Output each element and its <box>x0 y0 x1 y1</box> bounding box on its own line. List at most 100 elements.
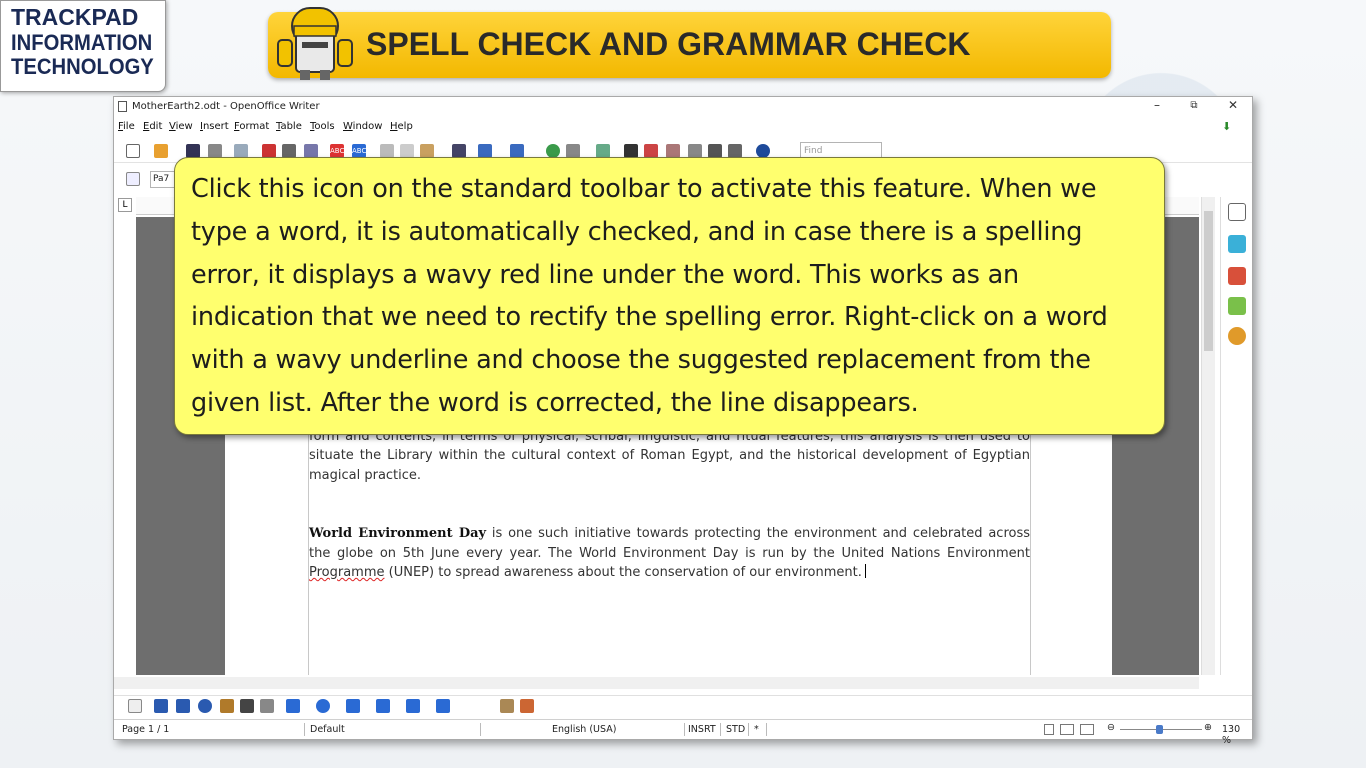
zoom-level[interactable]: 130 % <box>1222 724 1252 746</box>
title-bar: MotherEarth2.odt - OpenOffice Writer – ⧉… <box>114 97 1252 117</box>
status-bar: Page 1 / 1 Default English (USA) INSRT S… <box>114 719 1252 746</box>
menu-edit[interactable]: Edit <box>143 121 162 132</box>
scrollbar-thumb[interactable] <box>1204 211 1213 351</box>
line-icon[interactable] <box>154 699 168 713</box>
zoom-icon[interactable] <box>728 144 742 158</box>
book-view-icon[interactable] <box>1080 724 1094 735</box>
separator <box>480 723 481 736</box>
zoom-out-icon[interactable]: ⊖ <box>1107 722 1115 733</box>
data-sources-icon[interactable] <box>688 144 702 158</box>
single-page-view-icon[interactable] <box>1044 724 1054 735</box>
menu-tools[interactable]: Tools <box>310 121 335 132</box>
drawing-toolbar <box>114 695 1252 715</box>
block-arrows-icon[interactable] <box>346 699 360 713</box>
logo-line-1: TRACKPAD <box>11 4 139 30</box>
text-cursor <box>864 564 866 578</box>
separator <box>304 723 305 736</box>
formatting-marks-icon[interactable] <box>708 144 722 158</box>
from-file-icon[interactable] <box>520 699 534 713</box>
title-banner: SPELL CHECK AND GRAMMAR CHECK <box>268 12 1111 78</box>
separator <box>684 723 685 736</box>
logo-line-2: INFORMATION <box>11 30 153 55</box>
sidebar-navigator-icon[interactable] <box>1228 327 1246 345</box>
separator <box>720 723 721 736</box>
restore-button[interactable]: ⧉ <box>1179 100 1209 111</box>
callout-text: Click this icon on the standard toolbar … <box>191 174 1108 418</box>
copy-icon[interactable] <box>400 144 414 158</box>
freeform-icon[interactable] <box>220 699 234 713</box>
navigator-icon[interactable] <box>644 144 658 158</box>
find-replace-icon[interactable] <box>624 144 638 158</box>
sidebar-gallery-icon[interactable] <box>1228 297 1246 315</box>
paragraph-2-end: (UNEP) to spread awareness about the con… <box>384 565 862 580</box>
close-button[interactable]: ✕ <box>1218 98 1248 112</box>
open-folder-icon[interactable] <box>154 144 168 158</box>
update-download-icon[interactable]: ⬇ <box>1222 120 1236 133</box>
format-paintbrush-icon[interactable] <box>452 144 466 158</box>
rectangle-icon[interactable] <box>176 699 190 713</box>
hyperlink-icon[interactable] <box>546 144 560 158</box>
page-style[interactable]: Default <box>310 724 345 735</box>
sidebar <box>1220 197 1250 675</box>
menu-bar: File Edit View Insert Format Table Tools… <box>114 118 1252 136</box>
misspelled-word[interactable]: Programme <box>309 565 385 580</box>
banner-title: SPELL CHECK AND GRAMMAR CHECK <box>366 26 971 62</box>
properties-icon[interactable] <box>1228 235 1246 253</box>
styles-formatting-icon[interactable] <box>1228 267 1246 285</box>
zoom-in-icon[interactable]: ⊕ <box>1204 722 1212 733</box>
multi-page-view-icon[interactable] <box>1060 724 1074 735</box>
menu-table[interactable]: Table <box>276 121 302 132</box>
paste-icon[interactable] <box>420 144 434 158</box>
page-preview-icon[interactable] <box>304 144 318 158</box>
selection-mode[interactable]: STD <box>726 724 745 735</box>
symbol-shapes-icon[interactable] <box>316 699 330 713</box>
email-icon[interactable] <box>208 144 222 158</box>
new-document-icon[interactable] <box>126 144 140 158</box>
show-draw-functions-icon[interactable] <box>596 144 610 158</box>
separator <box>748 723 749 736</box>
callouts-icon[interactable] <box>406 699 420 713</box>
menu-format[interactable]: Format <box>234 121 269 132</box>
minimize-button[interactable]: – <box>1142 98 1172 112</box>
document-icon <box>118 101 127 112</box>
save-icon[interactable] <box>186 144 200 158</box>
vertical-scrollbar[interactable] <box>1201 197 1215 675</box>
basic-shapes-icon[interactable] <box>286 699 300 713</box>
table-icon[interactable] <box>566 144 580 158</box>
autospellcheck-icon[interactable]: ABC <box>352 144 366 158</box>
help-icon[interactable] <box>756 144 770 158</box>
language-indicator[interactable]: English (USA) <box>552 724 616 735</box>
paragraph-2[interactable]: World Environment Day is one such initia… <box>309 524 1030 583</box>
export-pdf-icon[interactable] <box>262 144 276 158</box>
gallery-icon[interactable] <box>666 144 680 158</box>
sidebar-menu-icon[interactable] <box>1228 203 1246 221</box>
menu-view[interactable]: View <box>169 121 193 132</box>
menu-window[interactable]: Window <box>343 121 382 132</box>
insert-mode[interactable]: INSRT <box>688 724 716 735</box>
stars-icon[interactable] <box>436 699 450 713</box>
print-icon[interactable] <box>282 144 296 158</box>
text-tool-icon[interactable] <box>240 699 254 713</box>
select-arrow-icon[interactable] <box>128 699 142 713</box>
undo-icon[interactable] <box>478 144 492 158</box>
page-count: Page 1 / 1 <box>122 724 170 735</box>
menu-insert[interactable]: Insert <box>200 121 229 132</box>
bold-heading: World Environment Day <box>309 526 487 541</box>
flowcharts-icon[interactable] <box>376 699 390 713</box>
spellcheck-icon[interactable]: ABC <box>330 144 344 158</box>
edit-file-icon[interactable] <box>234 144 248 158</box>
modified-indicator: * <box>754 724 759 735</box>
cut-icon[interactable] <box>380 144 394 158</box>
styles-icon[interactable] <box>126 172 140 186</box>
fontwork-icon[interactable] <box>500 699 514 713</box>
logo-line-3: TECHNOLOGY <box>11 54 154 79</box>
horizontal-scrollbar[interactable] <box>114 677 1199 689</box>
zoom-slider-handle[interactable] <box>1156 725 1163 734</box>
ellipse-icon[interactable] <box>198 699 212 713</box>
redo-icon[interactable] <box>510 144 524 158</box>
menu-help[interactable]: Help <box>390 121 413 132</box>
callout-tool-icon[interactable] <box>260 699 274 713</box>
vertical-ruler <box>118 197 132 675</box>
separator <box>766 723 767 736</box>
menu-file[interactable]: File <box>118 121 135 132</box>
